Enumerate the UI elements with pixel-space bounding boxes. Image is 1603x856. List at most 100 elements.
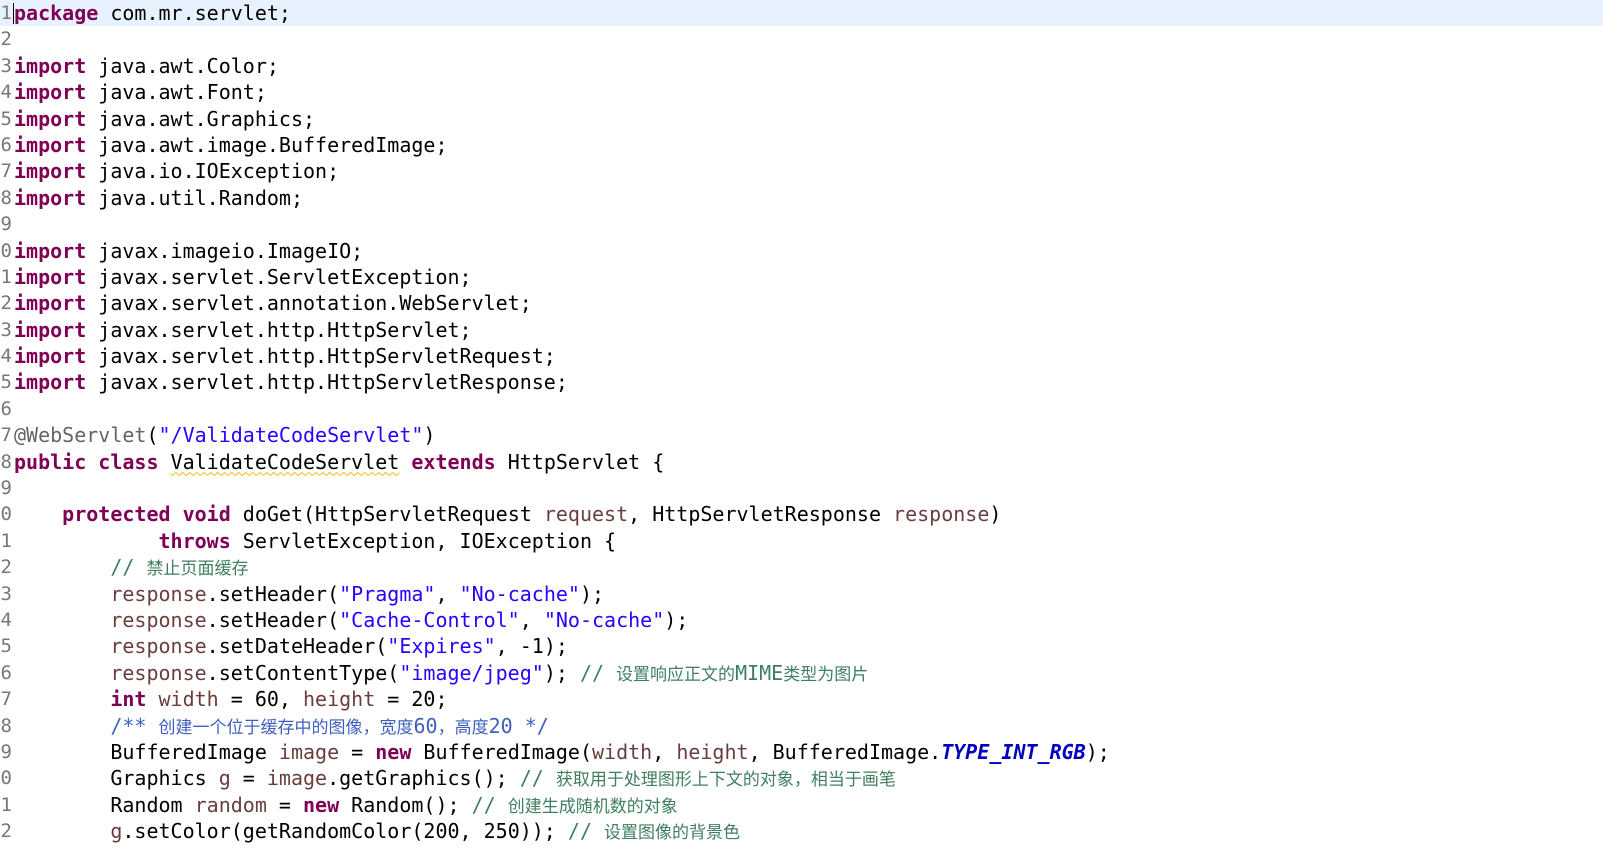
code-token: import xyxy=(14,159,87,184)
code-token: .setDateHeader( xyxy=(206,634,388,659)
code-line[interactable]: 9 xyxy=(0,211,1603,237)
code-token: @WebServlet xyxy=(14,423,147,448)
code-line[interactable]: 9 xyxy=(0,475,1603,501)
code-token: response xyxy=(110,581,207,606)
code-token: ServletException, IOException { xyxy=(230,528,617,553)
code-token: java.awt.Graphics; xyxy=(86,106,316,131)
line-number: 1 xyxy=(0,793,12,816)
code-token: import xyxy=(14,264,87,289)
code-line[interactable]: 6 xyxy=(0,396,1603,422)
code-token: = xyxy=(230,766,267,791)
code-line[interactable]: 2 import javax.servlet.annotation.WebServ… xyxy=(0,290,1603,316)
code-token: package xyxy=(14,1,99,25)
code-token: ( xyxy=(146,423,159,448)
code-line[interactable]: 7 int width = 60, height = 20; xyxy=(0,686,1603,712)
line-number: 4 xyxy=(0,608,12,631)
code-text: package com.mr.servlet; xyxy=(14,0,291,26)
code-token: com.mr.servlet; xyxy=(98,1,291,25)
line-number: 2 xyxy=(0,820,12,843)
code-token: class xyxy=(98,449,159,474)
line-number: 6 xyxy=(0,397,12,420)
code-token: ) xyxy=(423,423,436,448)
code-token: javax.servlet.http.HttpServlet; xyxy=(86,317,472,342)
code-text: import javax.servlet.http.HttpServletReq… xyxy=(14,343,556,369)
code-line[interactable]: 6 response.setContentType("image/jpeg");… xyxy=(0,660,1603,686)
code-line[interactable]: 0 Graphics g = image.getGraphics(); // 获… xyxy=(0,765,1603,791)
code-line[interactable]: 2 // 禁止页面缓存 xyxy=(0,554,1603,580)
code-line[interactable]: 6 import java.awt.image.BufferedImage; xyxy=(0,132,1603,158)
code-token: import xyxy=(14,344,87,369)
code-token: import xyxy=(14,370,87,395)
line-number: 5 xyxy=(0,635,12,658)
code-token: = xyxy=(339,739,376,764)
line-number: 2 xyxy=(0,28,12,51)
code-line[interactable]: 1 import javax.servlet.ServletException; xyxy=(0,264,1603,290)
code-editor[interactable]: 1 package com.mr.servlet; 2 3 import java.aw… xyxy=(0,0,1603,856)
code-line[interactable]: 7 import java.io.IOException; xyxy=(0,158,1603,184)
code-line[interactable]: 0 protected void doGet(HttpServletReques… xyxy=(0,501,1603,527)
code-token: // xyxy=(579,660,617,685)
line-number: 0 xyxy=(0,503,12,526)
line-number: 9 xyxy=(0,477,12,500)
code-token: new xyxy=(375,739,412,764)
code-token: public xyxy=(14,449,87,474)
code-line[interactable]: 9 BufferedImage image = new BufferedImag… xyxy=(0,739,1603,765)
code-token: void xyxy=(182,502,231,527)
code-line[interactable]: 3 import javax.servlet.http.HttpServlet; xyxy=(0,317,1603,343)
code-text: import java.awt.Font; xyxy=(14,79,267,105)
code-token: = 20; xyxy=(375,687,448,712)
code-text: import java.awt.Color; xyxy=(14,53,279,79)
code-token: g xyxy=(110,819,123,844)
code-line[interactable]: 2 g.setColor(getRandomColor(200, 250)); … xyxy=(0,818,1603,844)
code-line[interactable]: 1 Random random = new Random(); // 创建生成随… xyxy=(0,792,1603,818)
code-token: "image/jpeg" xyxy=(399,660,544,685)
code-text: protected void doGet(HttpServletRequest … xyxy=(14,501,1001,527)
code-token: , xyxy=(519,607,544,632)
code-token: .setContentType( xyxy=(206,660,400,685)
code-line[interactable]: 8 /** 创建一个位于缓存中的图像，宽度60，高度20 */ xyxy=(0,713,1603,739)
code-token: import xyxy=(14,185,87,210)
code-token: new xyxy=(303,792,340,817)
code-line[interactable]: 5 response.setDateHeader("Expires", -1); xyxy=(0,633,1603,659)
code-line[interactable]: 5 import java.awt.Graphics; xyxy=(0,106,1603,132)
code-token: protected xyxy=(62,502,171,527)
code-line[interactable]: 0 import javax.imageio.ImageIO; xyxy=(0,238,1603,264)
code-line[interactable]: 1 throws ServletException, IOException { xyxy=(0,528,1603,554)
code-line[interactable]: 5 import javax.servlet.http.HttpServletRe… xyxy=(0,369,1603,395)
code-line[interactable]: 4 import java.awt.Font; xyxy=(0,79,1603,105)
code-line[interactable]: 3 import java.awt.Color; xyxy=(0,53,1603,79)
code-line[interactable]: 7 @WebServlet("/ValidateCodeServlet") xyxy=(0,422,1603,448)
line-number: 9 xyxy=(0,740,12,763)
code-token: import xyxy=(14,291,87,316)
code-text: // 禁止页面缓存 xyxy=(14,554,248,582)
code-text: import java.awt.image.BufferedImage; xyxy=(14,132,447,158)
code-line[interactable]: 1 package com.mr.servlet; xyxy=(0,0,1603,27)
code-text: response.setHeader("Cache-Control", "No-… xyxy=(14,607,688,633)
line-number: 0 xyxy=(0,767,12,790)
code-line[interactable]: 8 public class ValidateCodeServlet extend… xyxy=(0,449,1603,475)
code-token: 禁止页面缓存 xyxy=(146,559,249,580)
code-token: response xyxy=(893,502,990,527)
code-line[interactable]: 8 import java.util.Random; xyxy=(0,185,1603,211)
code-token: javax.servlet.http.HttpServletResponse; xyxy=(86,370,568,395)
code-token: // xyxy=(567,819,605,844)
code-token: "No-cache" xyxy=(459,581,580,606)
line-number: 0 xyxy=(0,239,12,262)
code-line[interactable]: 3 response.setHeader("Pragma", "No-cache… xyxy=(0,581,1603,607)
line-number: 8 xyxy=(0,714,12,737)
code-line[interactable]: 2 xyxy=(0,26,1603,52)
code-token: import xyxy=(14,53,87,78)
code-token: import xyxy=(14,106,87,131)
code-token: BufferedImage xyxy=(14,739,279,764)
code-token: java.io.IOException; xyxy=(86,159,340,184)
code-line[interactable]: 4 import javax.servlet.http.HttpServletRe… xyxy=(0,343,1603,369)
code-token: 20 */ xyxy=(488,713,549,738)
line-number: 4 xyxy=(0,345,12,368)
code-token: 设置图像的背景色 xyxy=(604,823,741,844)
code-text: Graphics g = image.getGraphics(); // 获取用… xyxy=(14,765,896,793)
code-line[interactable]: 4 response.setHeader("Cache-Control", "N… xyxy=(0,607,1603,633)
